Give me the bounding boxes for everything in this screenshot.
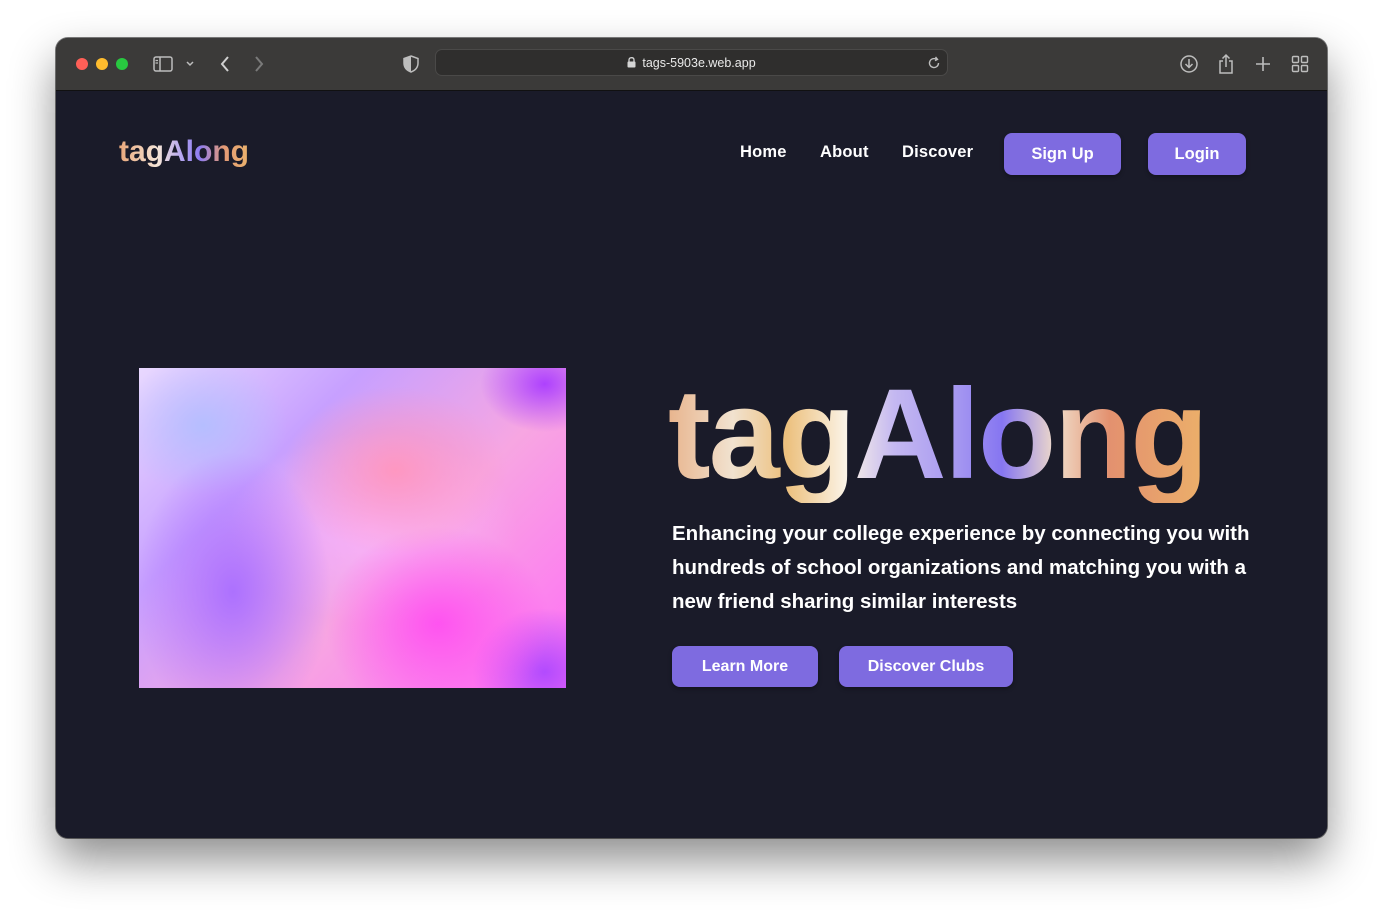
address-bar[interactable]: tags-5903e.web.app [435, 49, 948, 76]
chevron-down-icon[interactable] [185, 52, 195, 76]
hero-gradient-image [139, 368, 566, 688]
site-logo[interactable]: tagAlong [119, 131, 269, 171]
login-button[interactable]: Login [1148, 133, 1246, 175]
nav-discover-link[interactable]: Discover [902, 143, 973, 162]
nav-about-link[interactable]: About [820, 143, 869, 162]
back-icon[interactable] [219, 52, 231, 76]
browser-toolbar: tags-5903e.web.app [56, 38, 1327, 91]
share-icon[interactable] [1217, 52, 1235, 76]
close-window-button[interactable] [76, 58, 88, 70]
shield-icon[interactable] [403, 52, 419, 76]
reload-icon[interactable] [927, 55, 941, 74]
hero-tagline: Enhancing your college experience by con… [672, 522, 1250, 613]
hero-logo: tagAlong [668, 373, 1209, 503]
new-tab-icon[interactable] [1255, 52, 1271, 76]
browser-window: tags-5903e.web.app tagAlong Home About D… [56, 38, 1327, 838]
svg-text:tagAlong: tagAlong [119, 135, 249, 168]
forward-icon[interactable] [253, 52, 265, 76]
learn-more-button[interactable]: Learn More [672, 646, 818, 687]
tab-overview-icon[interactable] [1291, 52, 1309, 76]
nav-home-link[interactable]: Home [740, 143, 787, 162]
url-text: tags-5903e.web.app [642, 55, 756, 70]
minimize-window-button[interactable] [96, 58, 108, 70]
discover-clubs-button[interactable]: Discover Clubs [839, 646, 1013, 687]
sidebar-icon[interactable] [153, 52, 173, 76]
maximize-window-button[interactable] [116, 58, 128, 70]
sign-up-button[interactable]: Sign Up [1004, 133, 1121, 175]
lock-icon [627, 57, 636, 68]
web-page: tagAlong Home About Discover Sign Up Log… [56, 91, 1327, 838]
svg-text:tagAlong: tagAlong [668, 373, 1207, 503]
download-icon[interactable] [1179, 52, 1199, 76]
